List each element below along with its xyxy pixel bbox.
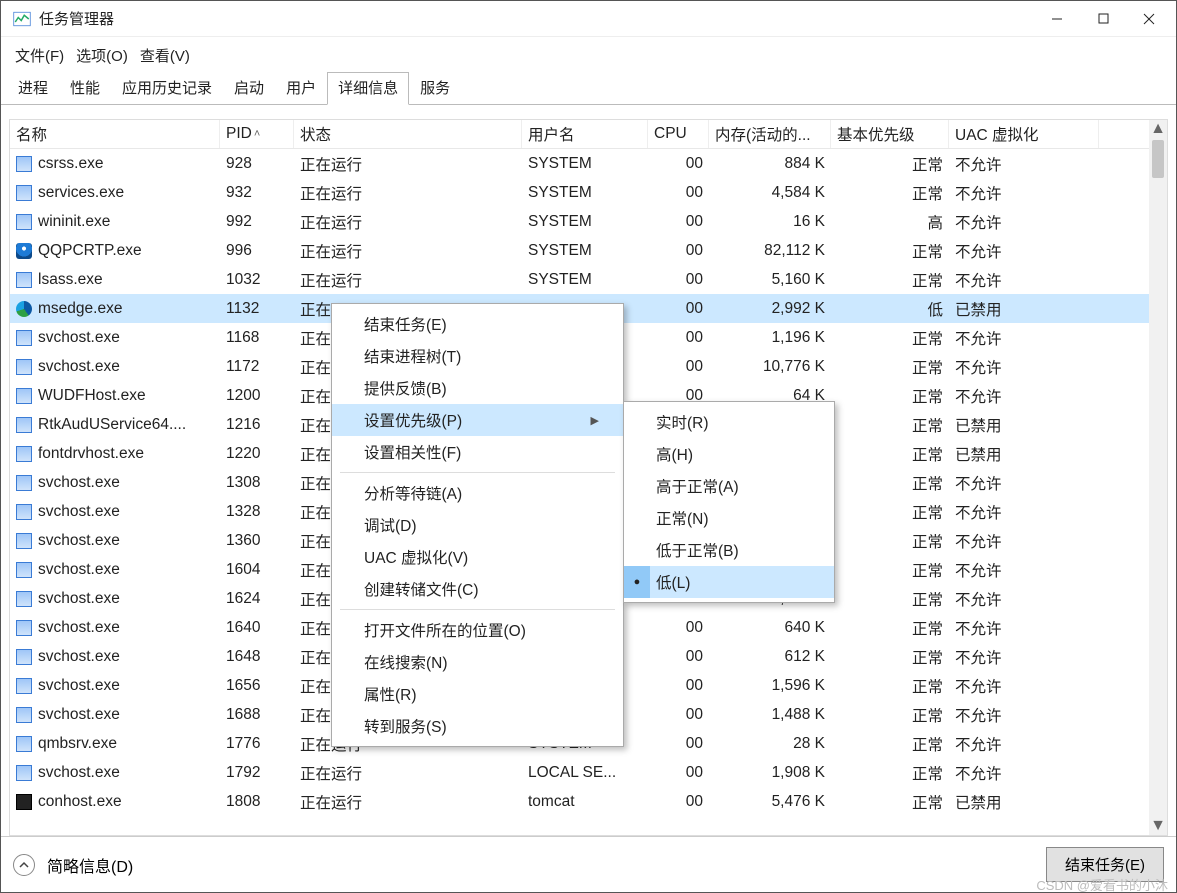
fewer-details-label[interactable]: 简略信息(D) bbox=[47, 853, 133, 877]
process-icon bbox=[16, 185, 32, 201]
column-header[interactable]: 基本优先级 bbox=[831, 120, 949, 148]
app-icon bbox=[13, 10, 31, 28]
tab-性能[interactable]: 性能 bbox=[59, 72, 111, 105]
process-icon bbox=[16, 678, 32, 694]
menu-item[interactable]: 文件(F) bbox=[11, 43, 68, 68]
column-header[interactable]: PID˄ bbox=[220, 120, 294, 148]
menu-item[interactable]: 提供反馈(B) bbox=[332, 372, 623, 404]
menu-item[interactable]: 设置优先级(P)▶ bbox=[332, 404, 623, 436]
process-icon bbox=[16, 301, 32, 317]
menu-item[interactable]: 低于正常(B) bbox=[624, 534, 834, 566]
tab-应用历史记录[interactable]: 应用历史记录 bbox=[111, 72, 223, 105]
menu-item[interactable]: 打开文件所在的位置(O) bbox=[332, 614, 623, 646]
column-header[interactable]: 用户名 bbox=[522, 120, 648, 148]
menu-item[interactable]: 转到服务(S) bbox=[332, 710, 623, 742]
table-row[interactable]: wininit.exe992正在运行SYSTEM0016 K高不允许 bbox=[10, 207, 1149, 236]
menu-item[interactable]: 高(H) bbox=[624, 438, 834, 470]
column-header[interactable]: 名称 bbox=[10, 120, 220, 148]
menu-item[interactable]: 分析等待链(A) bbox=[332, 477, 623, 509]
menu-item[interactable]: 低(L) bbox=[624, 566, 834, 598]
process-icon bbox=[16, 388, 32, 404]
watermark: CSDN @爱看书的小沐 bbox=[1036, 875, 1168, 893]
process-icon bbox=[16, 504, 32, 520]
column-header[interactable]: 状态 bbox=[294, 120, 522, 148]
process-icon bbox=[16, 214, 32, 230]
window-title: 任务管理器 bbox=[39, 8, 114, 29]
fewer-details-toggle[interactable] bbox=[13, 854, 35, 876]
menu-item[interactable]: 属性(R) bbox=[332, 678, 623, 710]
menu-item[interactable]: 调试(D) bbox=[332, 509, 623, 541]
process-icon bbox=[16, 330, 32, 346]
menu-item[interactable]: 创建转储文件(C) bbox=[332, 573, 623, 605]
chevron-right-icon: ▶ bbox=[591, 414, 599, 427]
menu-item[interactable]: 正常(N) bbox=[624, 502, 834, 534]
scroll-down-icon[interactable]: ▼ bbox=[1149, 817, 1167, 835]
context-menu: 结束任务(E)结束进程树(T)提供反馈(B)设置优先级(P)▶设置相关性(F) 分… bbox=[331, 303, 624, 747]
titlebar: 任务管理器 bbox=[1, 1, 1176, 37]
process-icon bbox=[16, 446, 32, 462]
process-icon bbox=[16, 649, 32, 665]
tab-用户[interactable]: 用户 bbox=[275, 72, 327, 105]
menu-item[interactable]: 实时(R) bbox=[624, 406, 834, 438]
process-icon bbox=[16, 359, 32, 375]
footer: 简略信息(D) 结束任务(E) bbox=[1, 836, 1176, 892]
process-icon bbox=[16, 243, 32, 259]
menu-item[interactable]: 在线搜索(N) bbox=[332, 646, 623, 678]
menu-item[interactable]: 查看(V) bbox=[136, 43, 194, 68]
priority-submenu: 实时(R)高(H)高于正常(A)正常(N)低于正常(B)低(L) bbox=[623, 401, 835, 603]
process-icon bbox=[16, 272, 32, 288]
menu-item[interactable]: 结束任务(E) bbox=[332, 308, 623, 340]
process-icon bbox=[16, 736, 32, 752]
process-icon bbox=[16, 620, 32, 636]
tab-启动[interactable]: 启动 bbox=[223, 72, 275, 105]
process-icon bbox=[16, 707, 32, 723]
table-row[interactable]: lsass.exe1032正在运行SYSTEM005,160 K正常不允许 bbox=[10, 265, 1149, 294]
close-button[interactable] bbox=[1126, 4, 1172, 34]
process-icon bbox=[16, 156, 32, 172]
table-row[interactable]: services.exe932正在运行SYSTEM004,584 K正常不允许 bbox=[10, 178, 1149, 207]
column-header[interactable]: CPU bbox=[648, 120, 709, 148]
tab-详细信息[interactable]: 详细信息 bbox=[327, 72, 409, 105]
scroll-up-icon[interactable]: ▲ bbox=[1149, 120, 1167, 138]
tab-服务[interactable]: 服务 bbox=[409, 72, 461, 105]
process-icon bbox=[16, 765, 32, 781]
menu-item[interactable]: UAC 虚拟化(V) bbox=[332, 541, 623, 573]
scrollbar-thumb[interactable] bbox=[1152, 140, 1164, 178]
menu-item[interactable]: 结束进程树(T) bbox=[332, 340, 623, 372]
vertical-scrollbar[interactable]: ▲ ▼ bbox=[1149, 120, 1167, 835]
tab-进程[interactable]: 进程 bbox=[7, 72, 59, 105]
menu-item[interactable]: 高于正常(A) bbox=[624, 470, 834, 502]
process-icon bbox=[16, 533, 32, 549]
task-manager-window: 任务管理器 文件(F)选项(O)查看(V) 进程性能应用历史记录启动用户详细信息… bbox=[0, 0, 1177, 893]
tab-strip: 进程性能应用历史记录启动用户详细信息服务 bbox=[1, 72, 1176, 105]
process-icon bbox=[16, 562, 32, 578]
process-icon bbox=[16, 794, 32, 810]
process-icon bbox=[16, 417, 32, 433]
menu-item[interactable]: 选项(O) bbox=[72, 43, 132, 68]
column-header[interactable]: 内存(活动的... bbox=[709, 120, 831, 148]
menubar: 文件(F)选项(O)查看(V) bbox=[1, 37, 1176, 72]
table-row[interactable]: conhost.exe1808正在运行tomcat005,476 K正常已禁用 bbox=[10, 787, 1149, 816]
table-row[interactable]: csrss.exe928正在运行SYSTEM00884 K正常不允许 bbox=[10, 149, 1149, 178]
menu-item[interactable]: 设置相关性(F) bbox=[332, 436, 623, 468]
column-header[interactable]: UAC 虚拟化 bbox=[949, 120, 1099, 148]
minimize-button[interactable] bbox=[1034, 4, 1080, 34]
process-icon bbox=[16, 591, 32, 607]
table-row[interactable]: QQPCRTP.exe996正在运行SYSTEM0082,112 K正常不允许 bbox=[10, 236, 1149, 265]
maximize-button[interactable] bbox=[1080, 4, 1126, 34]
process-icon bbox=[16, 475, 32, 491]
table-row[interactable]: svchost.exe1792正在运行LOCAL SE...001,908 K正… bbox=[10, 758, 1149, 787]
